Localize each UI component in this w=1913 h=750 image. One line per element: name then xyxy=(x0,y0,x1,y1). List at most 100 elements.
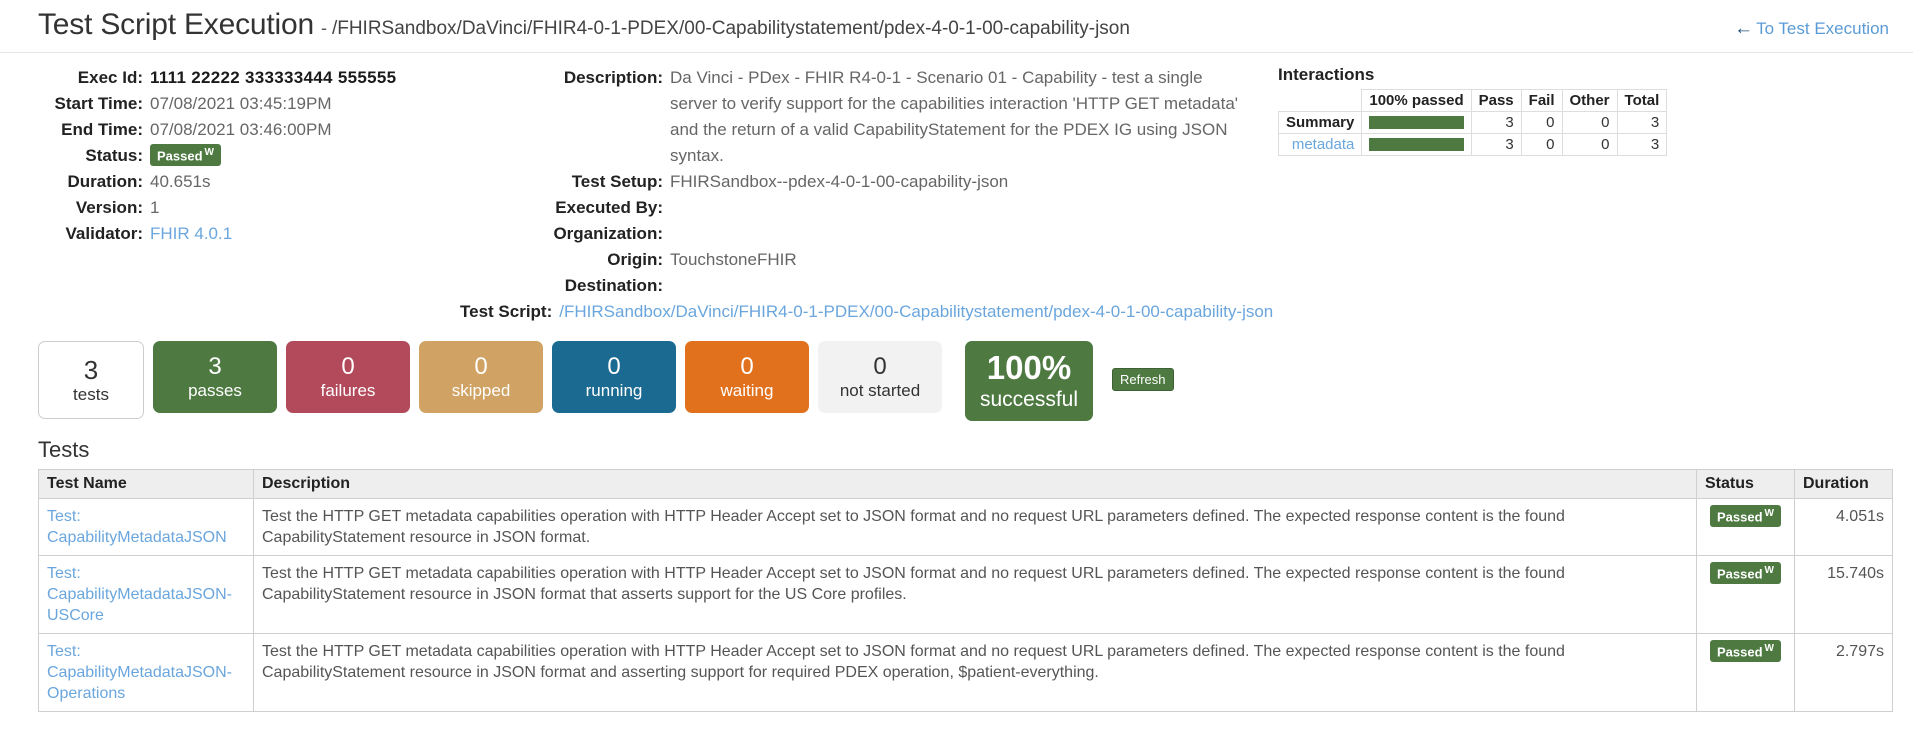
interactions-table-body: Summary 3 0 0 3 metadata 3 0 0 3 xyxy=(1277,111,1668,156)
details-middle-column: Description: Da Vinci - PDex - FHIR R4-0-… xyxy=(460,65,1273,325)
stat-value: 3 xyxy=(83,354,99,385)
warning-superscript: W xyxy=(1764,643,1774,654)
execution-summary: Exec Id: 1111 22222 333333444 555555 Start… xyxy=(0,53,1913,325)
stat-box-running[interactable]: 0 running xyxy=(552,341,676,413)
interactions-panel: Interactions 100% passed Pass Fail Other Tot… xyxy=(1260,65,1913,156)
test-name-link[interactable]: CapabilityMetadataJSON xyxy=(47,527,245,548)
tests-table-body: Test: CapabilityMetadataJSON Test the HTTP… xyxy=(38,498,1893,712)
detail-row: Destination: xyxy=(460,273,1260,299)
detail-label: Executed By: xyxy=(555,198,663,217)
test-description-cell: Test the HTTP GET metadata capabilities … xyxy=(253,555,1697,634)
detail-row: Version: 1 xyxy=(0,195,460,221)
percent-successful-box: 100% successful xyxy=(965,341,1093,421)
table-row: Test: CapabilityMetadataJSON Test the HTTP… xyxy=(38,498,1893,556)
interactions-row-name[interactable]: metadata xyxy=(1277,133,1363,156)
percent-label: successful xyxy=(979,388,1079,412)
interactions-column-header: Fail xyxy=(1520,89,1563,112)
interactions-total-count: 3 xyxy=(1616,133,1668,156)
test-description-cell: Test the HTTP GET metadata capabilities … xyxy=(253,633,1697,712)
detail-row: Duration: 40.651s xyxy=(0,169,460,195)
detail-label: Duration: xyxy=(67,172,143,191)
stat-value: 0 xyxy=(873,352,887,380)
to-test-execution-link[interactable]: ← To Test Execution xyxy=(1734,18,1889,39)
stat-label: skipped xyxy=(451,381,511,401)
test-name-prefix-link[interactable]: Test: xyxy=(47,563,245,584)
test-name-prefix-link[interactable]: Test: xyxy=(47,641,245,662)
test-name-prefix-link[interactable]: Test: xyxy=(47,506,245,527)
stat-label: running xyxy=(585,381,643,401)
stat-box-passes[interactable]: 3 passes xyxy=(153,341,277,413)
detail-value: 07/08/2021 03:46:00PM xyxy=(150,120,332,139)
test-name-link[interactable]: CapabilityMetadataJSON-Operations xyxy=(47,662,245,704)
to-test-execution-label: To Test Execution xyxy=(1756,19,1889,38)
test-duration-cell: 15.740s xyxy=(1794,555,1893,634)
interactions-header-row: 100% passed Pass Fail Other Total xyxy=(1277,89,1668,112)
interactions-table-head: 100% passed Pass Fail Other Total xyxy=(1277,89,1668,112)
stat-box-notstarted[interactable]: 0 not started xyxy=(818,341,942,413)
detail-row: Organization: xyxy=(460,221,1260,247)
stat-label: passes xyxy=(188,381,242,401)
title-separator: - xyxy=(320,18,327,38)
detail-label: Start Time: xyxy=(54,94,144,113)
detail-value: Da Vinci - PDex - FHIR R4-0-1 - Scenario… xyxy=(670,68,1239,165)
tests-column-header: Duration xyxy=(1794,469,1893,499)
interactions-pass-meter xyxy=(1361,111,1472,134)
header-right: ← To Test Execution xyxy=(1734,12,1889,40)
detail-row: Test Setup: FHIRSandbox--pdex-4-0-1-00-ca… xyxy=(460,169,1260,195)
test-description-cell: Test the HTTP GET metadata capabilities … xyxy=(253,498,1697,556)
detail-label: End Time: xyxy=(61,120,143,139)
stat-box-skipped[interactable]: 0 skipped xyxy=(419,341,543,413)
status-badge: Passed W xyxy=(1710,640,1781,663)
tests-column-header: Description xyxy=(253,469,1697,499)
detail-row: Start Time: 07/08/2021 03:45:19PM xyxy=(0,91,460,117)
interactions-other-count: 0 xyxy=(1561,111,1618,134)
detail-label: Origin: xyxy=(607,250,663,269)
test-name-cell: Test: CapabilityMetadataJSON-Operations xyxy=(38,633,254,712)
test-duration-cell: 2.797s xyxy=(1794,633,1893,712)
detail-value[interactable]: /FHIRSandbox/DaVinci/FHIR4-0-1-PDEX/00-C… xyxy=(559,299,1273,325)
stat-box-failures[interactable]: 0 failures xyxy=(286,341,410,413)
tests-heading: Tests xyxy=(38,437,90,462)
interactions-fail-count: 0 xyxy=(1520,133,1563,156)
detail-label: Test Script: xyxy=(460,302,553,321)
detail-label: Description: xyxy=(563,68,663,87)
stat-value: 0 xyxy=(607,352,621,380)
detail-label: Validator: xyxy=(65,224,143,243)
detail-value[interactable]: FHIR 4.0.1 xyxy=(150,221,232,247)
detail-label: Test Setup: xyxy=(571,172,663,191)
status-badge: Passed W xyxy=(1710,505,1781,528)
test-name-cell: Test: CapabilityMetadataJSON-USCore xyxy=(38,555,254,634)
detail-row: Executed By: xyxy=(460,195,1260,221)
detail-value: 07/08/2021 03:45:19PM xyxy=(150,94,332,113)
pass-bar xyxy=(1369,116,1464,129)
detail-label: Version: xyxy=(75,198,143,217)
detail-row: Origin: TouchstoneFHIR xyxy=(460,247,1260,273)
detail-row: End Time: 07/08/2021 03:46:00PM xyxy=(0,117,460,143)
tests-column-header: Test Name xyxy=(38,469,254,499)
left-arrow-icon: ← xyxy=(1734,18,1754,39)
interactions-column-header xyxy=(1277,89,1363,112)
stat-value: 0 xyxy=(474,352,488,380)
test-script-path: /FHIRSandbox/DaVinci/FHIR4-0-1-PDEX/00-C… xyxy=(331,18,1130,39)
detail-label: Status: xyxy=(85,146,143,165)
test-name-link[interactable]: CapabilityMetadataJSON-USCore xyxy=(47,584,245,626)
stat-value: 0 xyxy=(740,352,754,380)
interactions-column-header: Total xyxy=(1616,89,1668,112)
test-status-cell: Passed W xyxy=(1696,555,1795,634)
detail-row: Test Script: /FHIRSandbox/DaVinci/FHIR4-0… xyxy=(460,299,1273,325)
detail-value: 1111 22222 333333444 555555 xyxy=(150,68,397,87)
stat-value: 0 xyxy=(341,352,355,380)
tests-table-head: Test Name Description Status Duration xyxy=(38,469,1893,499)
detail-value: 1 xyxy=(150,198,160,217)
stat-box-waiting[interactable]: 0 waiting xyxy=(685,341,809,413)
interactions-column-header: 100% passed xyxy=(1361,89,1472,112)
interactions-other-count: 0 xyxy=(1561,133,1618,156)
interactions-pass-meter xyxy=(1361,133,1472,156)
stat-box-tests[interactable]: 3 tests xyxy=(38,341,144,419)
test-duration-cell: 4.051s xyxy=(1794,498,1893,556)
detail-value: FHIRSandbox--pdex-4-0-1-00-capability-js… xyxy=(670,172,1009,191)
refresh-button[interactable]: Refresh xyxy=(1112,368,1174,391)
interactions-table: 100% passed Pass Fail Other Total Summary 3 0 0… xyxy=(1277,89,1668,156)
detail-value: TouchstoneFHIR xyxy=(670,250,797,269)
tests-header-row: Test Name Description Status Duration xyxy=(38,469,1893,499)
